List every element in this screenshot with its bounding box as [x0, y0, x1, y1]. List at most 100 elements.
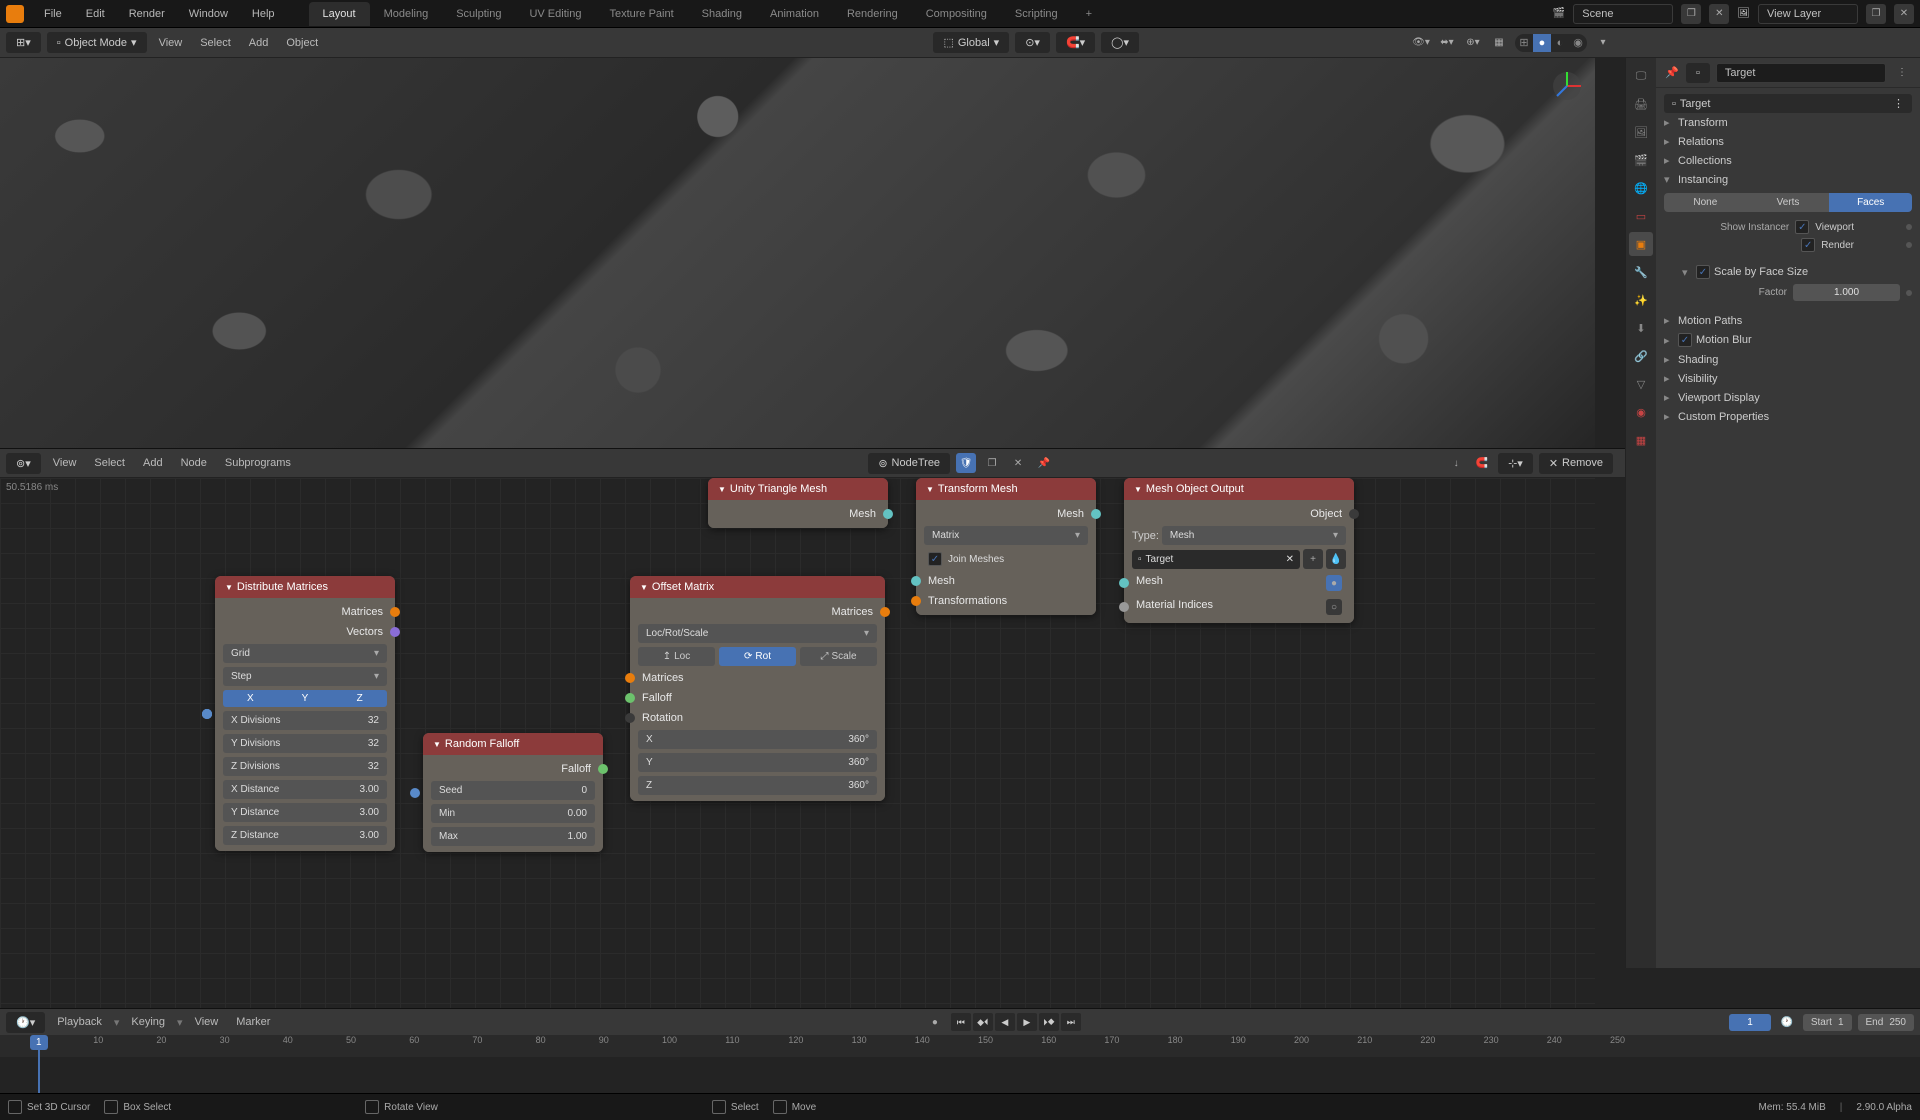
snap-node-icon[interactable]: 🧲 — [1472, 453, 1492, 473]
y-distance-field[interactable]: Y Distance3.00 — [223, 803, 387, 822]
panel-collections[interactable]: ▸Collections — [1664, 151, 1912, 170]
timeline-track[interactable]: 1102030405060708090100110120130140150160… — [0, 1035, 1920, 1093]
x-distance-field[interactable]: X Distance3.00 — [223, 780, 387, 799]
rot-y-field[interactable]: Y360° — [638, 753, 877, 772]
type-select[interactable]: Mesh▾ — [1162, 526, 1346, 545]
join-meshes-checkbox[interactable]: ✓Join Meshes — [924, 549, 1088, 569]
distribute-mode-select[interactable]: Grid▾ — [223, 644, 387, 663]
ptab-modifier-icon[interactable]: 🔧 — [1629, 260, 1653, 284]
node-editor-type[interactable]: ⊚▾ — [6, 453, 41, 474]
y-divisions-field[interactable]: Y Divisions32 — [223, 734, 387, 753]
workspace-animation[interactable]: Animation — [756, 2, 833, 26]
factor-field[interactable]: 1.000 — [1793, 284, 1900, 301]
transform-mode-select[interactable]: Matrix▾ — [924, 526, 1088, 545]
inst-verts[interactable]: Verts — [1747, 193, 1830, 212]
scale-face-checkbox-row[interactable]: ▾✓Scale by Face Size — [1664, 262, 1912, 282]
keyframe-next-icon[interactable]: ⏵◆ — [1039, 1013, 1059, 1031]
node-view-menu[interactable]: View — [47, 457, 83, 469]
shading-options-icon[interactable]: ▾ — [1593, 33, 1613, 53]
node-unity-triangle-mesh[interactable]: Unity Triangle Mesh Mesh — [708, 478, 888, 528]
solid-shading-icon[interactable]: ● — [1533, 34, 1551, 52]
ptab-texture-icon[interactable]: ▦ — [1629, 428, 1653, 452]
panel-motion-paths[interactable]: ▸Motion Paths — [1664, 311, 1912, 330]
workspace-uv[interactable]: UV Editing — [515, 2, 595, 26]
socket-out-matrices[interactable]: Matrices — [223, 604, 387, 620]
min-field[interactable]: Min0.00 — [431, 804, 595, 823]
rot-z-field[interactable]: Z360° — [638, 776, 877, 795]
menu-help[interactable]: Help — [242, 4, 285, 24]
pin-icon[interactable]: 📌 — [1034, 453, 1054, 473]
distribute-step-select[interactable]: Step▾ — [223, 667, 387, 686]
jump-start-icon[interactable]: ⏮ — [951, 1013, 971, 1031]
node-title[interactable]: Offset Matrix — [630, 576, 885, 598]
object-menu[interactable]: Object — [280, 37, 324, 49]
workspace-shading[interactable]: Shading — [688, 2, 756, 26]
socket-in-transformations[interactable]: Transformations — [924, 593, 1088, 609]
nodetree-unlink-icon[interactable]: ✕ — [1008, 453, 1028, 473]
panel-relations[interactable]: ▸Relations — [1664, 132, 1912, 151]
panel-viewport-display[interactable]: ▸Viewport Display — [1664, 388, 1912, 407]
viewlayer-new-icon[interactable]: ❐ — [1866, 4, 1886, 24]
workspace-sculpting[interactable]: Sculpting — [442, 2, 515, 26]
axis-toggle[interactable]: XYZ — [223, 690, 387, 707]
node-mesh-object-output[interactable]: Mesh Object Output Object Type: Mesh▾ ▫ … — [1124, 478, 1354, 623]
end-field[interactable]: End250 — [1858, 1014, 1914, 1031]
select-menu[interactable]: Select — [194, 37, 237, 49]
keyframe-prev-icon[interactable]: ◆⏴ — [973, 1013, 993, 1031]
anim-dot-icon[interactable] — [1906, 224, 1912, 230]
mode-select[interactable]: ▫ Object Mode ▾ — [47, 32, 147, 53]
x-divisions-field[interactable]: X Divisions32 — [223, 711, 387, 730]
render-shading-icon[interactable]: ◉ — [1569, 34, 1587, 52]
menu-edit[interactable]: Edit — [76, 4, 115, 24]
socket-out-falloff[interactable]: Falloff — [431, 761, 595, 777]
viewlayer-del-icon[interactable]: ✕ — [1894, 4, 1914, 24]
current-frame-field[interactable]: 1 — [1729, 1014, 1771, 1031]
node-subprograms-menu[interactable]: Subprograms — [219, 457, 297, 469]
add-menu[interactable]: Add — [243, 37, 275, 49]
socket-out-vectors[interactable]: Vectors — [223, 624, 387, 640]
loc-toggle[interactable]: ↥ Loc — [638, 647, 715, 666]
render-checkbox[interactable]: ✓ — [1801, 238, 1815, 252]
offset-mode-select[interactable]: Loc/Rot/Scale▾ — [638, 624, 877, 643]
rot-toggle[interactable]: ⟳ Rot — [719, 647, 796, 666]
viewlayer-field[interactable]: View Layer — [1758, 4, 1858, 24]
socket-out-matrices[interactable]: Matrices — [638, 604, 877, 620]
overlay-icon[interactable]: ⊕▾ — [1463, 33, 1483, 53]
ptab-physics-icon[interactable]: ⬇ — [1629, 316, 1653, 340]
workspace-modeling[interactable]: Modeling — [370, 2, 443, 26]
node-offset-matrix[interactable]: Offset Matrix Matrices Loc/Rot/Scale▾ ↥ … — [630, 576, 885, 801]
node-title[interactable]: Transform Mesh — [916, 478, 1096, 500]
workspace-compositing[interactable]: Compositing — [912, 2, 1001, 26]
timeline-type-select[interactable]: 🕐▾ — [6, 1012, 45, 1033]
wire-shading-icon[interactable]: ⊞ — [1515, 34, 1533, 52]
socket-out-mesh[interactable]: Mesh — [924, 506, 1088, 522]
tl-view-menu[interactable]: View — [189, 1016, 225, 1028]
node-title[interactable]: Unity Triangle Mesh — [708, 478, 888, 500]
ptab-world-icon[interactable]: 🌐 — [1629, 176, 1653, 200]
workspace-texpaint[interactable]: Texture Paint — [595, 2, 687, 26]
ptab-constraint-icon[interactable]: 🔗 — [1629, 344, 1653, 368]
object-name-field[interactable]: Target — [1716, 63, 1886, 83]
eyedropper-icon[interactable]: 💧 — [1326, 549, 1346, 569]
scene-field[interactable]: Scene — [1573, 4, 1673, 24]
playhead-flag[interactable]: 1 — [30, 1035, 48, 1050]
workspace-scripting[interactable]: Scripting — [1001, 2, 1072, 26]
shield-icon[interactable]: 🛡 — [956, 453, 976, 473]
ptab-particle-icon[interactable]: ✨ — [1629, 288, 1653, 312]
nodetree-new-icon[interactable]: ❐ — [982, 453, 1002, 473]
socket-in-falloff[interactable]: Falloff — [638, 690, 877, 706]
jump-end-icon[interactable]: ⏭ — [1061, 1013, 1081, 1031]
snap-select[interactable]: 🧲▾ — [1056, 32, 1095, 53]
node-add-menu[interactable]: Add — [137, 457, 169, 469]
z-distance-field[interactable]: Z Distance3.00 — [223, 826, 387, 845]
tl-playback-menu[interactable]: Playback — [51, 1016, 108, 1028]
nodetree-select[interactable]: ⊚ NodeTree — [868, 453, 950, 474]
node-title[interactable]: Random Falloff — [423, 733, 603, 755]
rot-x-field[interactable]: X360° — [638, 730, 877, 749]
node-title[interactable]: Distribute Matrices — [215, 576, 395, 598]
panel-transform[interactable]: ▸Transform — [1664, 113, 1912, 132]
socket-in-rotation[interactable]: Rotation — [638, 710, 877, 726]
play-rev-icon[interactable]: ◀ — [995, 1013, 1015, 1031]
object-type-icon[interactable]: ▫ — [1686, 63, 1710, 83]
panel-motion-blur[interactable]: ▸✓Motion Blur — [1664, 330, 1912, 350]
